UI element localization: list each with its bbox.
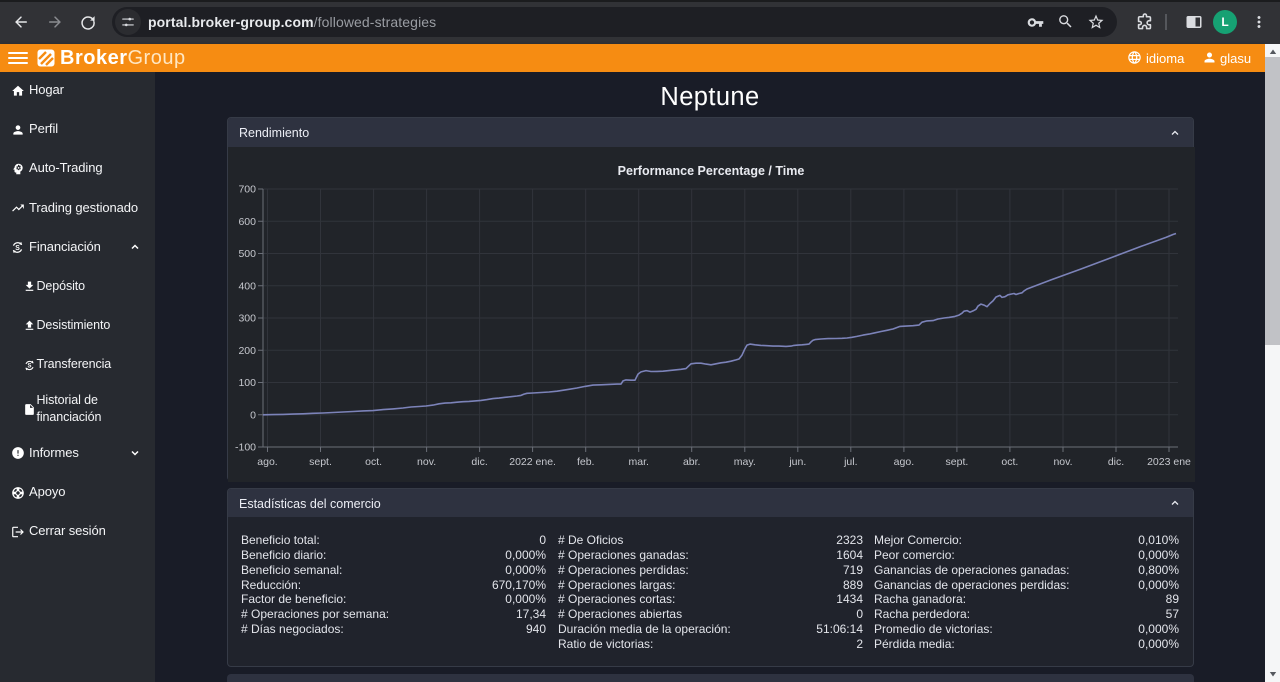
svg-text:600: 600 bbox=[238, 216, 256, 228]
svg-text:nov.: nov. bbox=[417, 456, 436, 468]
svg-text:may.: may. bbox=[734, 456, 756, 468]
svg-text:dic.: dic. bbox=[1108, 456, 1124, 468]
svg-text:-100: -100 bbox=[235, 442, 256, 454]
svg-text:400: 400 bbox=[238, 280, 256, 292]
svg-text:abr.: abr. bbox=[683, 456, 701, 468]
svg-text:700: 700 bbox=[238, 184, 256, 196]
svg-text:Performance Percentage / Time: Performance Percentage / Time bbox=[618, 164, 805, 178]
svg-text:300: 300 bbox=[238, 313, 256, 325]
svg-text:2022 ene.: 2022 ene. bbox=[509, 456, 556, 468]
svg-text:sept.: sept. bbox=[309, 456, 332, 468]
svg-text:oct.: oct. bbox=[365, 456, 382, 468]
svg-text:jun.: jun. bbox=[788, 456, 806, 468]
svg-text:feb.: feb. bbox=[577, 456, 595, 468]
svg-text:S: S bbox=[15, 245, 20, 252]
svg-text:nov.: nov. bbox=[1053, 456, 1072, 468]
svg-text:jul.: jul. bbox=[843, 456, 857, 468]
svg-text:oct.: oct. bbox=[1001, 456, 1018, 468]
svg-text:mar.: mar. bbox=[628, 456, 648, 468]
svg-text:ago.: ago. bbox=[257, 456, 277, 468]
svg-text:0: 0 bbox=[250, 409, 256, 421]
svg-text:dic.: dic. bbox=[471, 456, 487, 468]
svg-text:100: 100 bbox=[238, 377, 256, 389]
svg-text:S: S bbox=[27, 363, 31, 369]
svg-text:500: 500 bbox=[238, 248, 256, 260]
svg-text:ago.: ago. bbox=[894, 456, 914, 468]
svg-text:sept.: sept. bbox=[946, 456, 969, 468]
svg-text:200: 200 bbox=[238, 345, 256, 357]
svg-text:2023 ene: 2023 ene bbox=[1147, 456, 1191, 468]
